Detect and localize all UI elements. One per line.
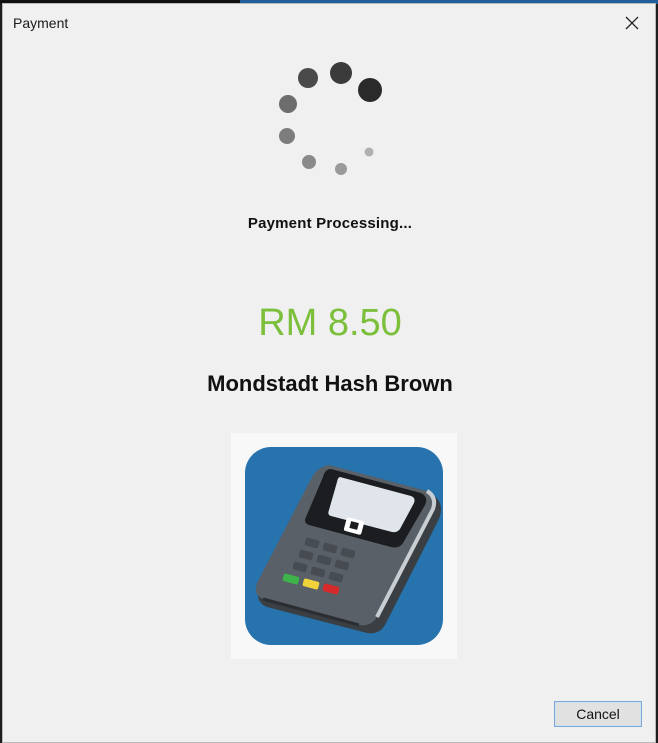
title-bar: Payment [3,4,655,42]
window-title: Payment [13,15,69,31]
processing-status: Payment Processing... [247,215,413,232]
payment-dialog: Payment Payment Processing... RM 8.50 Mo… [2,3,656,743]
card-terminal-image [245,447,443,645]
payment-amount: RM 8.50 [258,302,402,344]
close-icon [625,16,639,30]
card-terminal-frame [231,433,457,659]
cancel-button[interactable]: Cancel [554,701,642,727]
close-button[interactable] [609,4,655,42]
item-name: Mondstadt Hash Brown [207,371,453,396]
loading-spinner-icon [279,62,382,175]
